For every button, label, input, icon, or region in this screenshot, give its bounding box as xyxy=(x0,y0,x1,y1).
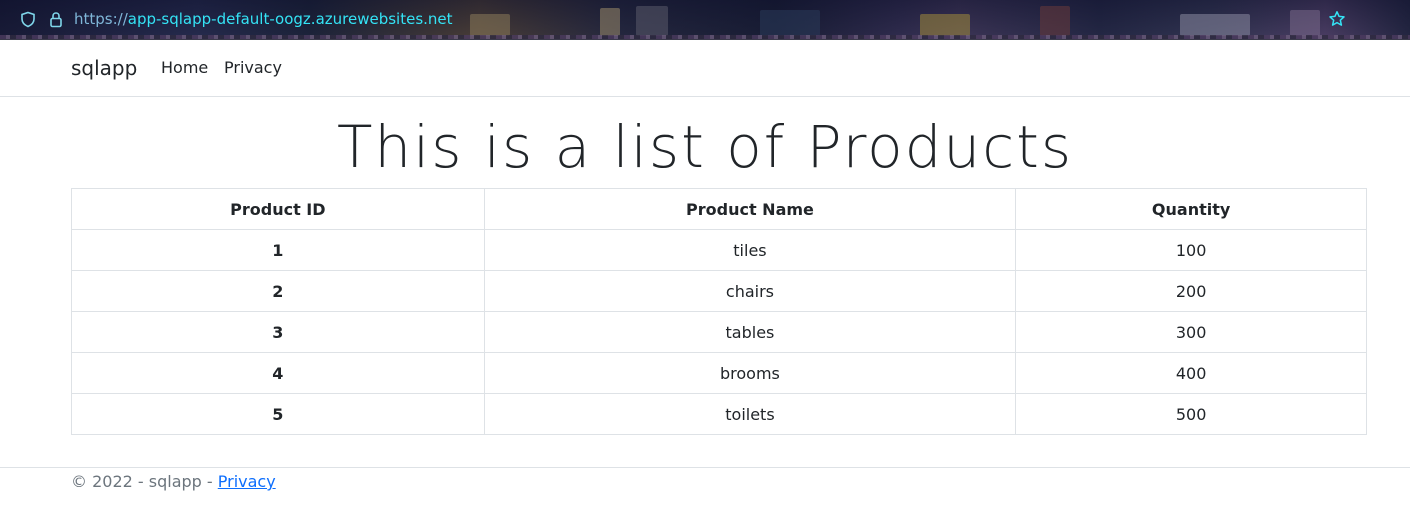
table-row: 4 brooms 400 xyxy=(71,352,1367,394)
page-title: This is a list of Products xyxy=(336,113,1074,181)
product-id-cell: 1 xyxy=(71,229,485,271)
bookmark-star-icon[interactable] xyxy=(1328,10,1346,28)
column-header-product-name: Product Name xyxy=(483,188,1017,230)
quantity-cell: 400 xyxy=(1015,352,1367,394)
product-id-cell: 3 xyxy=(71,311,485,353)
site-footer: © 2022 - sqlapp - Privacy xyxy=(0,467,1410,518)
site-navbar: sqlapp Home Privacy xyxy=(0,40,1410,97)
quantity-cell: 300 xyxy=(1015,311,1367,353)
decor-block xyxy=(920,14,970,36)
product-id-cell: 2 xyxy=(71,270,485,312)
product-id-cell: 5 xyxy=(71,393,485,435)
browser-address-bar: https://app-sqlapp-default-oogz.azureweb… xyxy=(0,0,1410,40)
product-name-cell: brooms xyxy=(483,352,1017,394)
nav-link-privacy[interactable]: Privacy xyxy=(224,58,282,78)
products-table: Product ID Product Name Quantity 1 tiles… xyxy=(71,188,1367,435)
product-name-cell: chairs xyxy=(483,270,1017,312)
url-field[interactable]: https://app-sqlapp-default-oogz.azureweb… xyxy=(74,10,453,29)
url-host: app-sqlapp-default-oogz.azurewebsites.ne… xyxy=(127,10,453,28)
footer-privacy-link[interactable]: Privacy xyxy=(218,472,276,491)
decor-block xyxy=(470,14,510,36)
quantity-cell: 100 xyxy=(1015,229,1367,271)
quantity-cell: 200 xyxy=(1015,270,1367,312)
decor-block xyxy=(1040,6,1070,36)
decor-block xyxy=(760,10,820,36)
decor-block xyxy=(636,6,668,36)
product-name-cell: tables xyxy=(483,311,1017,353)
decor-strip xyxy=(0,35,1410,39)
decor-block xyxy=(1290,10,1320,36)
product-name-cell: tiles xyxy=(483,229,1017,271)
url-scheme: https:// xyxy=(74,10,128,28)
brand-link[interactable]: sqlapp xyxy=(71,55,137,81)
decor-block xyxy=(600,8,620,36)
column-header-product-id: Product ID xyxy=(71,188,485,230)
table-row: 5 toilets 500 xyxy=(71,393,1367,435)
footer-copyright-text: © 2022 - sqlapp - xyxy=(71,472,218,491)
lock-icon[interactable] xyxy=(48,11,64,28)
table-row: 3 tables 300 xyxy=(71,311,1367,353)
decor-block xyxy=(1180,14,1250,36)
table-header-row: Product ID Product Name Quantity xyxy=(71,188,1367,230)
column-header-quantity: Quantity xyxy=(1015,188,1367,230)
quantity-cell: 500 xyxy=(1015,393,1367,435)
product-name-cell: toilets xyxy=(483,393,1017,435)
table-row: 1 tiles 100 xyxy=(71,229,1367,271)
footer-copyright: © 2022 - sqlapp - Privacy xyxy=(71,472,276,492)
shield-icon[interactable] xyxy=(20,11,36,28)
table-row: 2 chairs 200 xyxy=(71,270,1367,312)
product-id-cell: 4 xyxy=(71,352,485,394)
nav-link-home[interactable]: Home xyxy=(161,58,208,78)
